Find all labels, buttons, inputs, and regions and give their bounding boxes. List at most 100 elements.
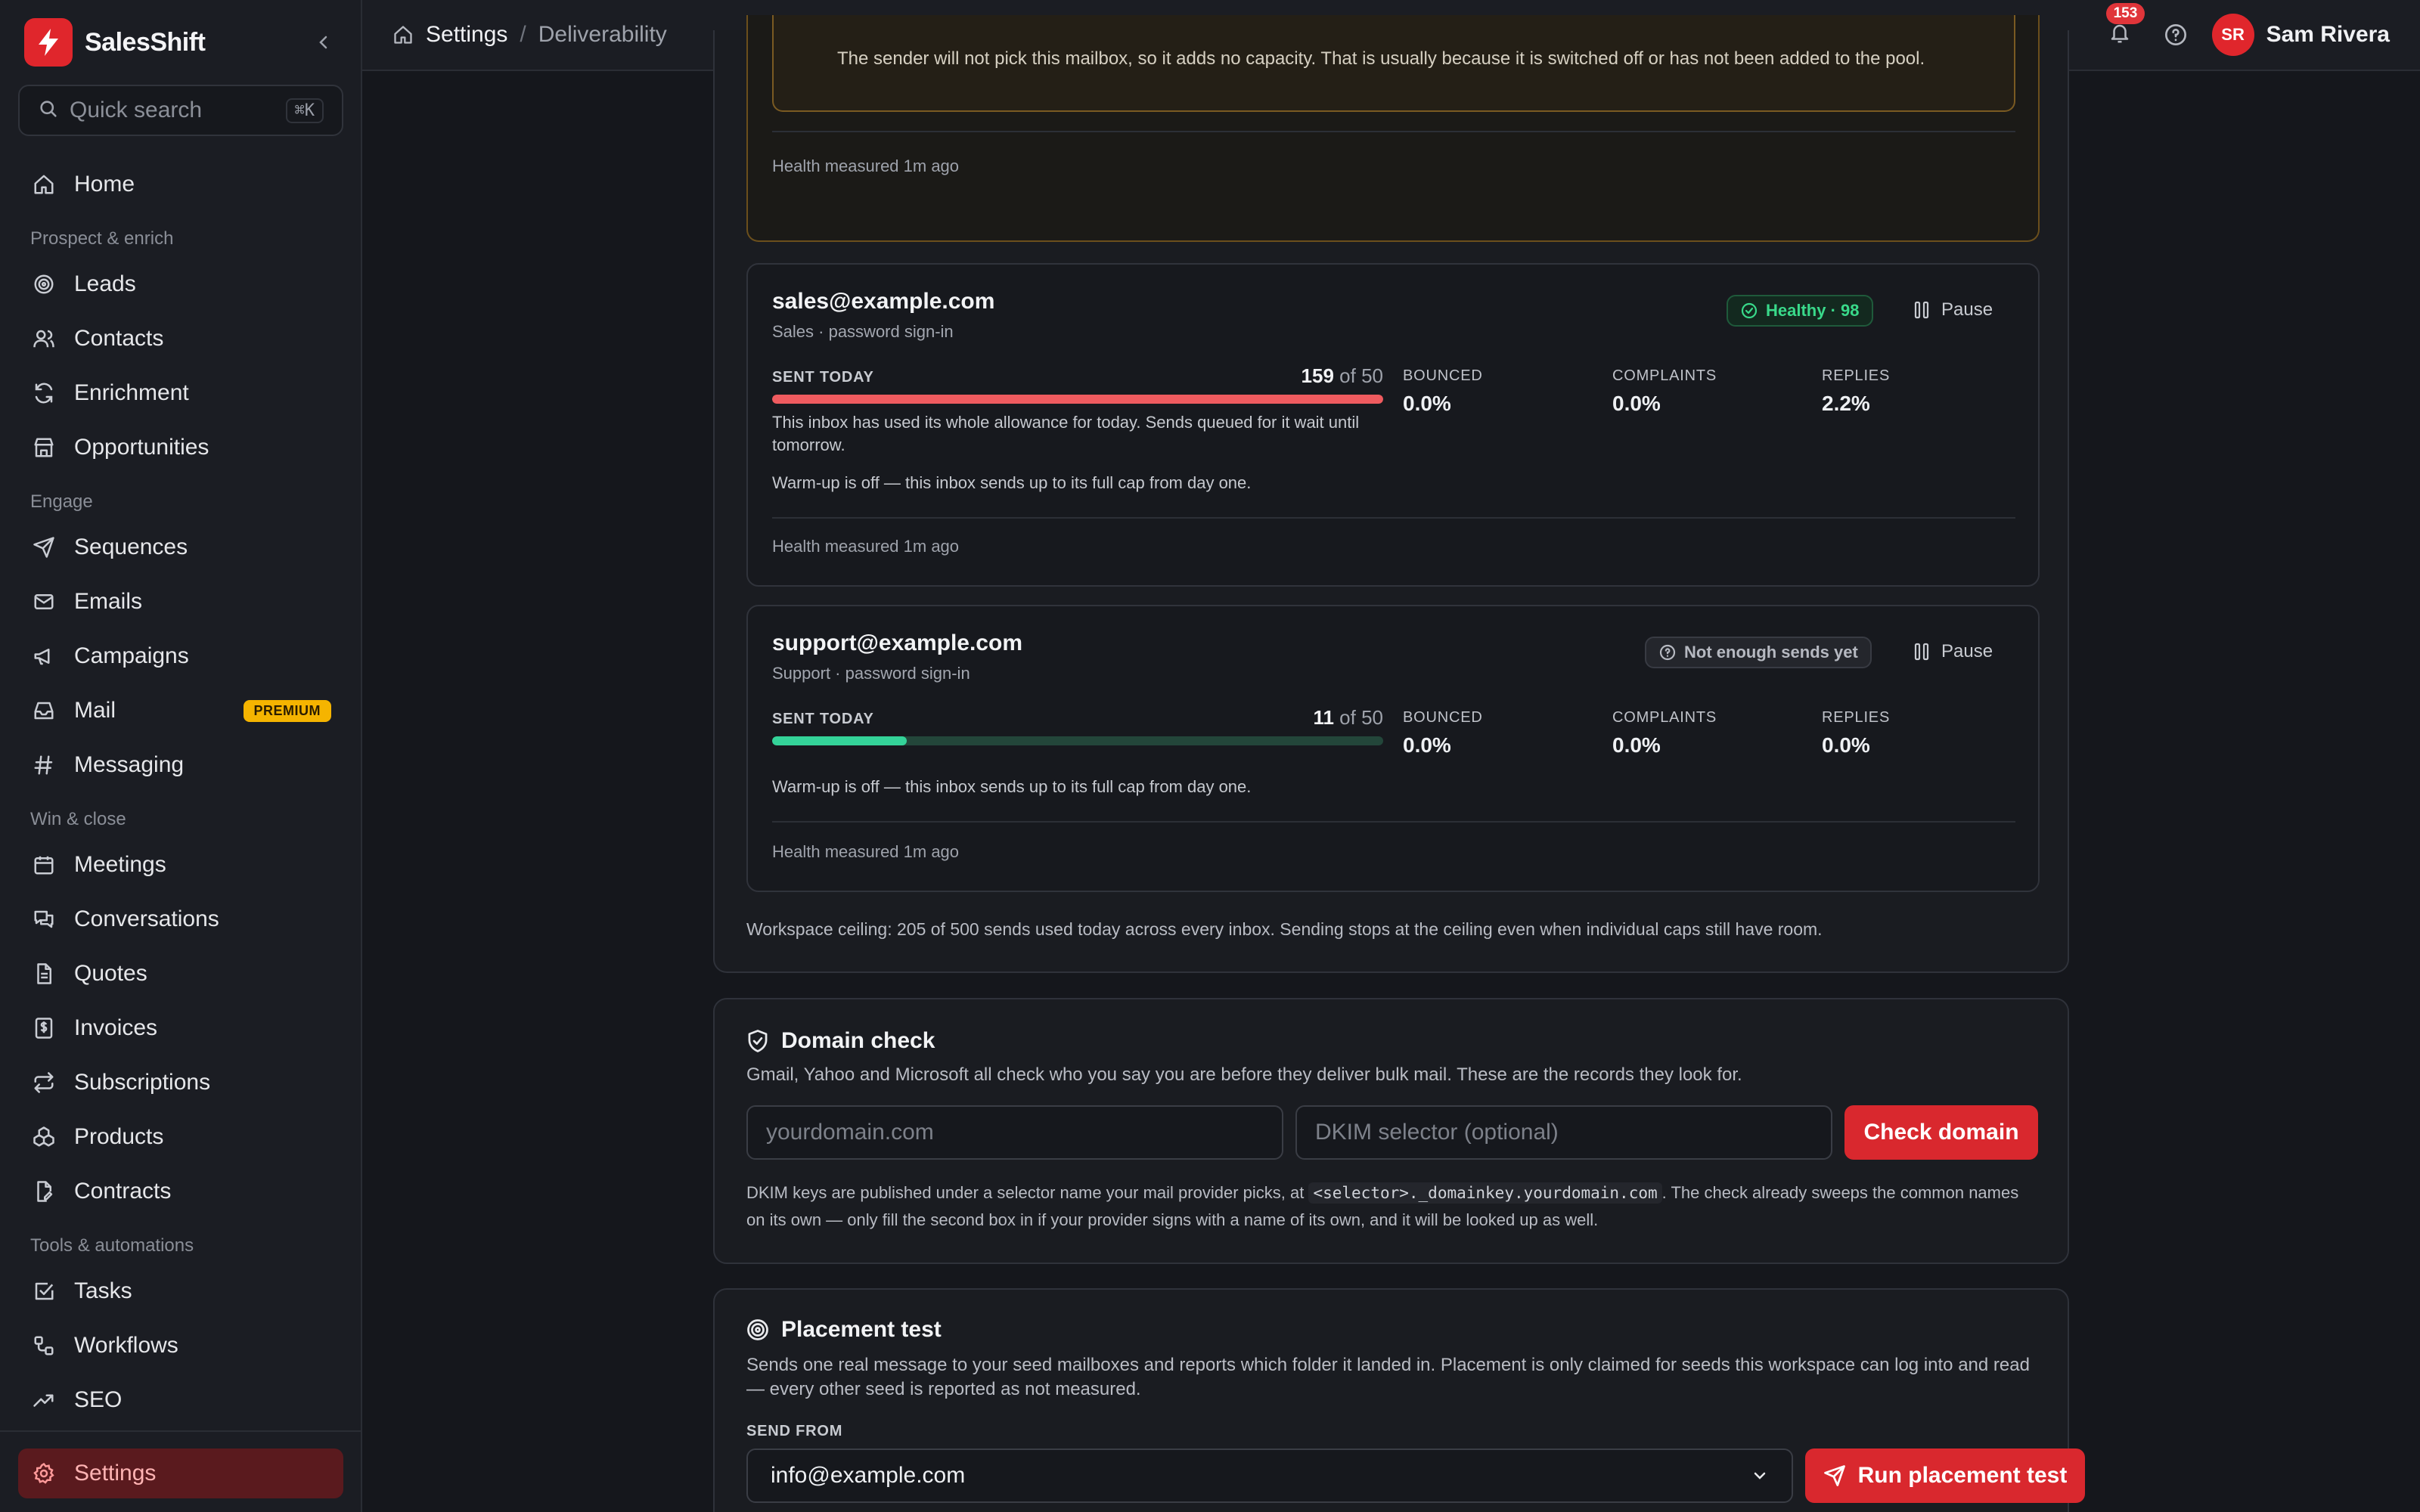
mailbox-subtitle: Support · password sign-in (772, 664, 970, 683)
mailbox-card: sales@example.com Sales · password sign-… (746, 263, 2040, 587)
search-shortcut: ⌘K (285, 98, 324, 123)
divider (772, 821, 2015, 823)
sidebar-item-sequences[interactable]: Sequences (18, 520, 343, 575)
sidebar-item-label: Opportunities (74, 435, 209, 460)
megaphone-icon (30, 643, 57, 670)
mailbox-email: sales@example.com (772, 289, 995, 314)
bounced-label: BOUNCED (1403, 709, 1483, 726)
sidebar-item-seo[interactable]: SEO (18, 1373, 343, 1427)
send-from-select[interactable]: info@example.com (746, 1448, 1793, 1503)
sidebar-item-tasks[interactable]: Tasks (18, 1264, 343, 1318)
gear-icon (30, 1460, 57, 1487)
sidebar-item-emails[interactable]: Emails (18, 575, 343, 629)
breadcrumb-separator: / (520, 22, 526, 47)
divider (772, 131, 2015, 132)
sidebar-nav: Home Prospect & enrich Leads Contacts En… (18, 157, 343, 1427)
avatar[interactable]: SR (2211, 14, 2254, 56)
placement-test-panel: Placement test Sends one real message to… (713, 1288, 2085, 1512)
quick-search[interactable]: Quick search ⌘K (18, 85, 343, 136)
sent-progress-bar (772, 395, 1383, 404)
nav-section-heading: Tools & automations (30, 1235, 194, 1256)
send-from-value: info@example.com (771, 1463, 966, 1488)
breadcrumb: Settings / Deliverability (392, 22, 667, 48)
hash-icon (30, 751, 57, 779)
sidebar-item-meetings[interactable]: Meetings (18, 838, 343, 892)
brand: SalesShift (24, 18, 339, 67)
notifications-button[interactable]: 153 (2102, 3, 2145, 53)
refresh-icon (30, 380, 57, 407)
pause-icon (1913, 300, 1931, 320)
sidebar-divider (0, 1430, 362, 1432)
sent-cap: of 50 (1339, 706, 1383, 729)
sidebar-item-label: Contracts (74, 1179, 172, 1204)
sidebar-item-contacts[interactable]: Contacts (18, 311, 343, 366)
bell-icon (2108, 22, 2131, 48)
inbox-icon (30, 697, 57, 724)
search-placeholder: Quick search (70, 98, 203, 122)
sent-progress-fill (772, 395, 1383, 404)
pause-label: Pause (1941, 641, 1993, 662)
sidebar-item-campaigns[interactable]: Campaigns (18, 629, 343, 683)
replies-label: REPLIES (1822, 367, 1891, 384)
placement-test-title: Placement test (781, 1317, 942, 1342)
sidebar-item-invoices[interactable]: Invoices (18, 1001, 343, 1055)
sidebar-item-label: Leads (74, 271, 136, 296)
status-badge: Healthy · 98 (1727, 295, 1873, 327)
replies-label: REPLIES (1822, 709, 1891, 726)
sidebar-item-label: Mail (74, 698, 116, 723)
replies-value: 2.2% (1822, 392, 1870, 415)
chevron-down-icon (1751, 1467, 1769, 1485)
sent-today-count: 11 of 50 (1202, 706, 1383, 730)
divider (772, 517, 2015, 519)
checkbox-icon (30, 1278, 57, 1305)
sidebar-item-leads[interactable]: Leads (18, 257, 343, 311)
sidebar-item-home[interactable]: Home (18, 157, 343, 212)
domain-input[interactable]: yourdomain.com (746, 1105, 1283, 1160)
repeat-icon (30, 1069, 57, 1096)
question-circle-icon (1658, 643, 1677, 662)
help-icon[interactable] (2158, 17, 2194, 53)
breadcrumb-settings[interactable]: Settings (426, 22, 507, 48)
complaints-label: COMPLAINTS (1612, 367, 1717, 384)
bounced-label: BOUNCED (1403, 367, 1483, 384)
send-icon (30, 534, 57, 561)
dkim-selector-input[interactable]: DKIM selector (optional) (1295, 1105, 1832, 1160)
sidebar-item-quotes[interactable]: Quotes (18, 947, 343, 1001)
run-placement-test-button[interactable]: Run placement test (1805, 1448, 2085, 1503)
sidebar-item-label: Subscriptions (74, 1070, 211, 1095)
sidebar-item-workflows[interactable]: Workflows (18, 1318, 343, 1373)
sidebar-item-contracts[interactable]: Contracts (18, 1164, 343, 1219)
sidebar-item-opportunities[interactable]: Opportunities (18, 420, 343, 475)
app-name: SalesShift (85, 27, 206, 57)
sidebar-item-settings[interactable]: Settings (18, 1448, 343, 1498)
search-icon (38, 98, 59, 123)
pause-button[interactable]: Pause (1913, 299, 1993, 321)
collapse-sidebar-icon[interactable] (309, 27, 339, 57)
sent-cap: of 50 (1339, 364, 1383, 387)
run-placement-test-label: Run placement test (1857, 1463, 2068, 1488)
user-name[interactable]: Sam Rivera (2266, 22, 2390, 48)
sent-today-count: 159 of 50 (1202, 364, 1383, 388)
sidebar-item-messaging[interactable]: Messaging (18, 738, 343, 792)
users-icon (30, 325, 57, 352)
complaints-value: 0.0% (1612, 733, 1661, 757)
pause-button[interactable]: Pause (1913, 641, 1993, 662)
sent-today-label: SENT TODAY (772, 369, 874, 386)
sidebar-item-mail[interactable]: Mail PREMIUM (18, 683, 343, 738)
workflow-icon (30, 1332, 57, 1359)
mailbox-email: support@example.com (772, 631, 1022, 655)
sidebar-item-subscriptions[interactable]: Subscriptions (18, 1055, 343, 1110)
trending-up-icon (30, 1387, 57, 1414)
sidebar-item-products[interactable]: Products (18, 1110, 343, 1164)
nav-section-heading: Win & close (30, 809, 126, 829)
check-domain-button[interactable]: Check domain (1844, 1105, 2038, 1160)
home-icon[interactable] (392, 24, 414, 45)
sidebar-item-enrichment[interactable]: Enrichment (18, 366, 343, 420)
sidebar-item-label: Settings (74, 1461, 157, 1486)
health-measured: Health measured 1m ago (772, 156, 960, 175)
sidebar-item-conversations[interactable]: Conversations (18, 892, 343, 947)
check-circle-icon (1740, 302, 1758, 320)
cap-note: This inbox has used its whole allowance … (772, 413, 1360, 454)
logo-icon (24, 18, 73, 67)
domain-check-title: Domain check (781, 1028, 935, 1053)
